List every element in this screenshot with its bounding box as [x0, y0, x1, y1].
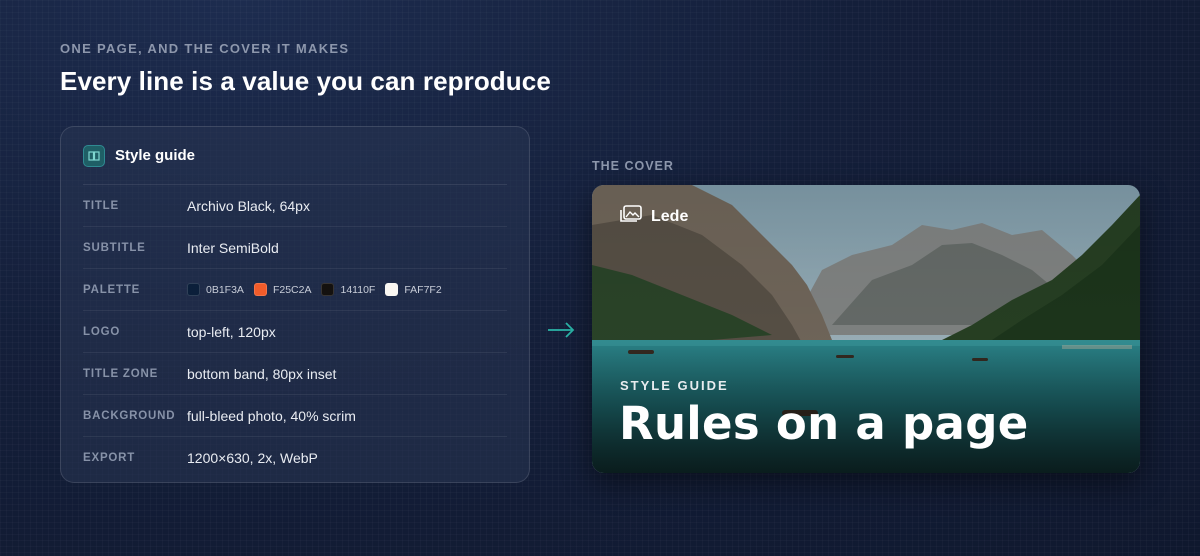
page-headline: Every line is a value you can reproduce	[60, 66, 551, 96]
row-value: top-left, 120px	[187, 323, 276, 340]
row-value: Inter SemiBold	[187, 239, 279, 256]
palette-swatch: FAF7F2	[385, 283, 442, 296]
swatch-code: 14110F	[340, 283, 376, 296]
style-row-subtitle: SUBTITLE Inter SemiBold	[83, 227, 507, 269]
row-label: TITLE ZONE	[83, 367, 159, 380]
style-row-title-zone: TITLE ZONE bottom band, 80px inset	[83, 353, 507, 395]
row-label: LOGO	[83, 325, 121, 338]
row-value: Archivo Black, 64px	[187, 197, 310, 214]
swatch-color	[385, 283, 399, 296]
cover-preview: Lede STYLE GUIDE Rules on a page	[592, 185, 1140, 473]
swatch-code: 0B1F3A	[206, 283, 244, 296]
section-eyebrow: ONE PAGE, AND THE COVER IT MAKES	[60, 41, 350, 56]
palette-swatch: F25C2A	[253, 283, 312, 296]
style-row-export: EXPORT 1200×630, 2x, WebP	[83, 437, 507, 479]
row-value: bottom band, 80px inset	[187, 365, 337, 382]
palette-swatch: 0B1F3A	[187, 283, 244, 296]
cover-section-label: THE COVER	[592, 159, 674, 173]
swatch-color	[253, 283, 267, 296]
swatch-code: F25C2A	[272, 283, 312, 296]
row-value: full-bleed photo, 40% scrim	[187, 407, 356, 424]
row-label: EXPORT	[83, 452, 136, 464]
palette-swatches: 0B1F3A F25C2A 14110F FAF7F2	[187, 283, 446, 296]
book-icon	[83, 144, 105, 167]
cover-eyebrow: STYLE GUIDE	[620, 378, 729, 393]
arrow-right-icon	[546, 318, 576, 347]
style-guide-header: Style guide	[83, 127, 507, 185]
swatch-code: FAF7F2	[404, 283, 442, 296]
style-row-palette: PALETTE 0B1F3A F25C2A 14110F FAF7F2	[83, 269, 507, 311]
swatch-color	[321, 283, 335, 296]
cover-title: Rules on a page	[619, 397, 1029, 450]
cover-logo: Lede	[620, 205, 688, 228]
style-guide-card: Style guide TITLE Archivo Black, 64px SU…	[60, 126, 530, 483]
swatch-color	[187, 283, 200, 296]
style-row-logo: LOGO top-left, 120px	[83, 311, 507, 353]
row-label: SUBTITLE	[83, 241, 146, 254]
style-row-title: TITLE Archivo Black, 64px	[83, 185, 507, 227]
row-label: PALETTE	[83, 283, 141, 296]
palette-swatch: 14110F	[321, 283, 375, 296]
style-row-background: BACKGROUND full-bleed photo, 40% scrim	[83, 395, 507, 437]
row-label: BACKGROUND	[83, 409, 176, 422]
image-stack-icon	[620, 205, 642, 228]
cover-logo-text: Lede	[651, 207, 689, 225]
row-value: 1200×630, 2x, WebP	[187, 450, 318, 466]
row-label: TITLE	[83, 199, 119, 212]
style-guide-title: Style guide	[115, 147, 196, 164]
